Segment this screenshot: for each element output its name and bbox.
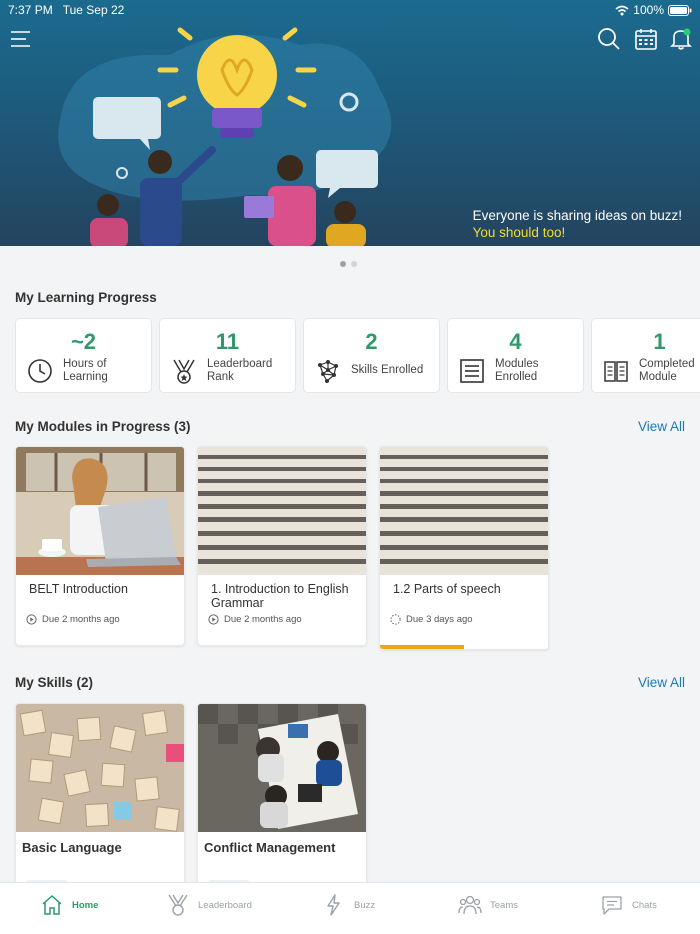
module-thumbnail bbox=[380, 447, 548, 575]
stat-value: ~2 bbox=[70, 329, 97, 354]
stat-label: Leaderboard Rank bbox=[207, 358, 273, 383]
carousel-dot-active[interactable] bbox=[340, 261, 346, 267]
skill-thumbnail bbox=[198, 704, 366, 832]
clock-icon bbox=[28, 359, 52, 383]
hero-caption-primary: Everyone is sharing ideas on buzz! bbox=[472, 208, 682, 223]
carousel-dots[interactable] bbox=[340, 261, 357, 267]
module-due: Due 2 months ago bbox=[208, 614, 302, 625]
stat-card-rank[interactable]: 11 Leaderboard Rank bbox=[159, 318, 296, 393]
calendar-icon[interactable] bbox=[633, 26, 659, 52]
stat-label: Skills Enrolled bbox=[351, 364, 424, 376]
play-circle-icon bbox=[208, 614, 219, 625]
status-bar: 7:37 PM Tue Sep 22 100% bbox=[0, 0, 700, 20]
modules-view-all-link[interactable]: View All bbox=[638, 419, 685, 434]
module-thumbnail bbox=[198, 447, 366, 575]
tab-home[interactable]: Home bbox=[40, 893, 98, 917]
module-due: Due 2 months ago bbox=[26, 614, 120, 625]
module-due-text: Due 2 months ago bbox=[224, 614, 302, 625]
spinner-icon bbox=[390, 614, 401, 625]
chat-icon bbox=[602, 896, 622, 915]
modules-section-title: My Modules in Progress (3) bbox=[15, 419, 191, 434]
book-icon bbox=[604, 361, 628, 382]
hero-caption: Everyone is sharing ideas on buzz! You s… bbox=[473, 207, 682, 241]
tab-teams[interactable]: Teams bbox=[458, 893, 518, 917]
module-due-text: Due 3 days ago bbox=[406, 614, 473, 625]
stat-label: Hours of Learning bbox=[63, 358, 108, 383]
battery-percent: 100% bbox=[633, 3, 664, 17]
skills-view-all-link[interactable]: View All bbox=[638, 675, 685, 690]
skill-card[interactable]: Conflict Management bbox=[197, 703, 367, 893]
skill-thumbnail bbox=[16, 704, 184, 832]
stat-card-skills[interactable]: 2 Skills Enrolled bbox=[303, 318, 440, 393]
tab-label: Leaderboard bbox=[198, 899, 252, 911]
stat-value: 1 bbox=[653, 329, 666, 354]
learning-progress-title: My Learning Progress bbox=[15, 290, 157, 305]
module-due: Due 3 days ago bbox=[390, 614, 473, 625]
status-time: 7:37 PM Tue Sep 22 bbox=[8, 3, 124, 17]
tab-label: Home bbox=[72, 899, 99, 911]
stat-label: Modules Enrolled bbox=[495, 358, 539, 383]
stat-value: 4 bbox=[509, 329, 522, 354]
module-thumbnail bbox=[16, 447, 184, 575]
module-due-text: Due 2 months ago bbox=[42, 614, 120, 625]
status-right: 100% bbox=[615, 3, 692, 17]
stat-card-hours[interactable]: ~2 Hours of Learning bbox=[15, 318, 152, 393]
module-card[interactable]: 1. Introduction to English Grammar Due 2… bbox=[197, 446, 367, 646]
people-icon bbox=[458, 895, 482, 915]
carousel-dot[interactable] bbox=[351, 261, 357, 267]
medal-icon bbox=[168, 894, 188, 916]
status-time-text: 7:37 PM bbox=[8, 3, 53, 17]
bell-icon[interactable] bbox=[668, 26, 694, 52]
tab-label: Buzz bbox=[354, 899, 376, 911]
wifi-icon bbox=[615, 5, 629, 15]
status-date-text: Tue Sep 22 bbox=[62, 3, 125, 17]
menu-icon[interactable] bbox=[8, 26, 34, 52]
play-circle-icon bbox=[26, 614, 37, 625]
skills-section-title: My Skills (2) bbox=[15, 675, 94, 690]
home-icon bbox=[42, 894, 62, 915]
tab-label: Teams bbox=[490, 899, 518, 911]
stat-value: 2 bbox=[365, 329, 378, 354]
module-title: 1.2 Parts of speech bbox=[393, 582, 501, 596]
skill-title: Basic Language bbox=[22, 840, 122, 855]
module-progress-bar bbox=[380, 645, 464, 649]
stat-card-completed[interactable]: 1 Completed Module bbox=[591, 318, 700, 393]
skill-title: Conflict Management bbox=[204, 840, 336, 855]
medal-icon bbox=[173, 359, 195, 384]
module-title: 1. Introduction to English Grammar bbox=[211, 582, 349, 610]
tab-chats[interactable]: Chats bbox=[600, 893, 657, 917]
hero-caption-secondary: You should too! bbox=[472, 225, 566, 240]
stat-card-modules[interactable]: 4 Modules Enrolled bbox=[447, 318, 584, 393]
lightning-icon bbox=[327, 894, 340, 916]
tab-label: Chats bbox=[632, 899, 657, 911]
module-title: BELT Introduction bbox=[29, 582, 128, 596]
stat-label: Completed Module bbox=[639, 358, 695, 383]
skill-card[interactable]: Basic Language bbox=[15, 703, 185, 893]
module-card[interactable]: 1.2 Parts of speech Due 3 days ago bbox=[379, 446, 549, 650]
bottom-tab-bar: Home Leaderboard Buzz Teams Chats bbox=[0, 882, 700, 934]
stats-row: ~2 Hours of Learning 11 Leaderboard Rank… bbox=[15, 318, 700, 393]
network-icon bbox=[318, 360, 338, 383]
stat-value: 11 bbox=[215, 329, 240, 354]
search-icon[interactable] bbox=[596, 26, 622, 52]
list-icon bbox=[460, 359, 484, 383]
battery-icon bbox=[668, 4, 692, 16]
hero-banner[interactable]: 7:37 PM Tue Sep 22 100% Everyone is shar… bbox=[0, 0, 700, 246]
tab-leaderboard[interactable]: Leaderboard bbox=[166, 893, 252, 917]
module-card[interactable]: BELT Introduction Due 2 months ago bbox=[15, 446, 185, 646]
tab-buzz[interactable]: Buzz bbox=[322, 893, 375, 917]
